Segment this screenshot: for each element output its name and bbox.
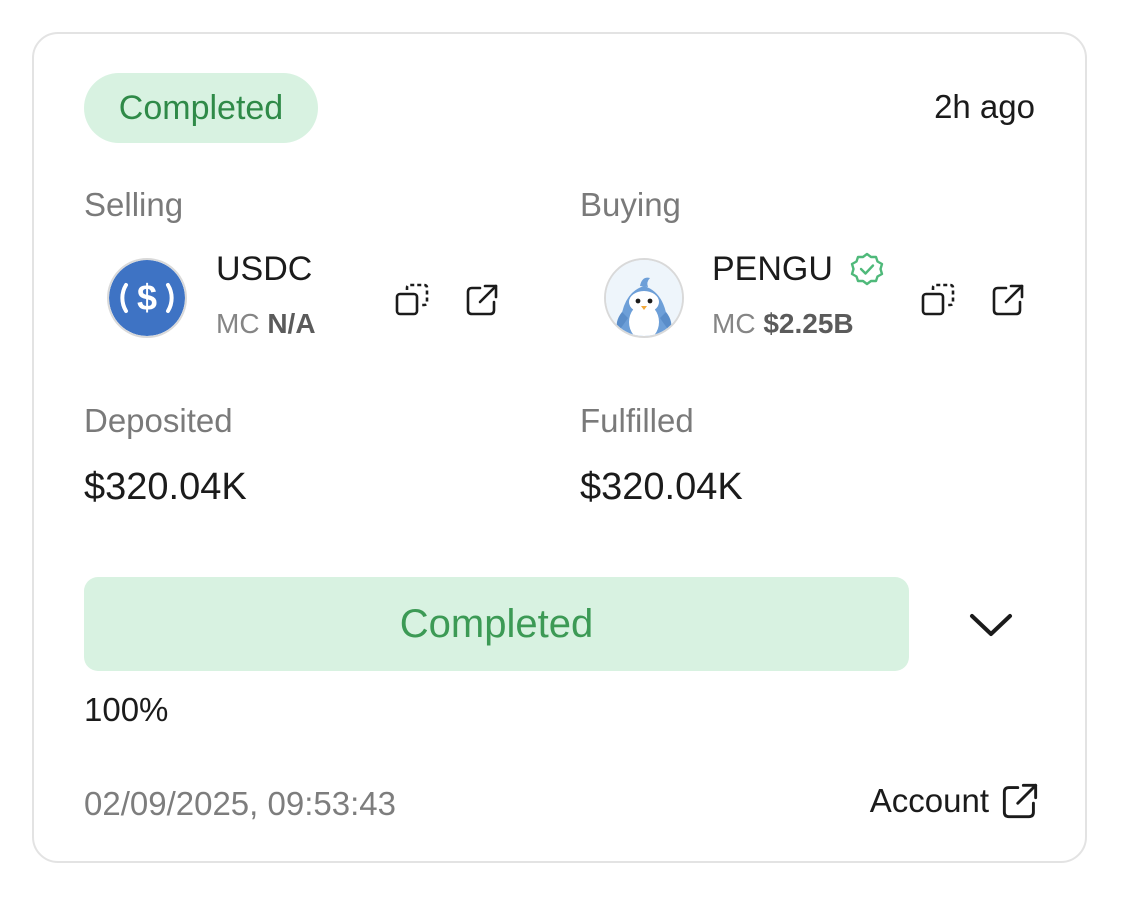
chevron-down-icon (970, 614, 1012, 636)
fulfilled-value: $320.04K (580, 466, 743, 508)
copy-icon[interactable] (392, 280, 432, 320)
external-link-icon[interactable] (462, 280, 502, 320)
account-link[interactable]: Account (870, 782, 1039, 820)
svg-text:$: $ (137, 277, 157, 318)
selling-mc-value: N/A (267, 308, 316, 339)
status-badge: Completed (84, 73, 318, 143)
deposited-label: Deposited (84, 402, 233, 439)
buying-mc-value: $2.25B (763, 308, 854, 339)
buying-mc-prefix: MC (712, 308, 756, 339)
buying-market-cap: MC $2.25B (712, 308, 854, 340)
progress-bar-label: Completed (399, 601, 594, 646)
external-link-icon (1001, 782, 1039, 820)
progress-percent: 100% (84, 691, 169, 728)
fulfilled-label: Fulfilled (580, 402, 694, 439)
order-timestamp: 02/09/2025, 09:53:43 (84, 785, 396, 822)
pengu-logo-icon (604, 258, 684, 338)
expand-toggle[interactable] (964, 600, 1018, 650)
selling-token-symbol: USDC (216, 250, 313, 288)
verified-badge-icon (850, 252, 884, 286)
selling-mc-prefix: MC (216, 308, 260, 339)
time-ago: 2h ago (934, 88, 1035, 125)
selling-market-cap: MC N/A (216, 308, 316, 340)
deposited-value: $320.04K (84, 466, 247, 508)
order-card: Completed 2h ago Selling $ USDC MC N/A B… (32, 32, 1087, 863)
status-badge-label: Completed (118, 88, 284, 127)
buying-label: Buying (580, 186, 681, 223)
external-link-icon[interactable] (988, 280, 1028, 320)
account-link-label: Account (869, 782, 989, 819)
usdc-logo-icon: $ (107, 258, 187, 338)
copy-icon[interactable] (918, 280, 958, 320)
selling-label: Selling (84, 186, 184, 223)
progress-bar: Completed (84, 577, 909, 671)
buying-token-symbol: PENGU (712, 250, 833, 288)
